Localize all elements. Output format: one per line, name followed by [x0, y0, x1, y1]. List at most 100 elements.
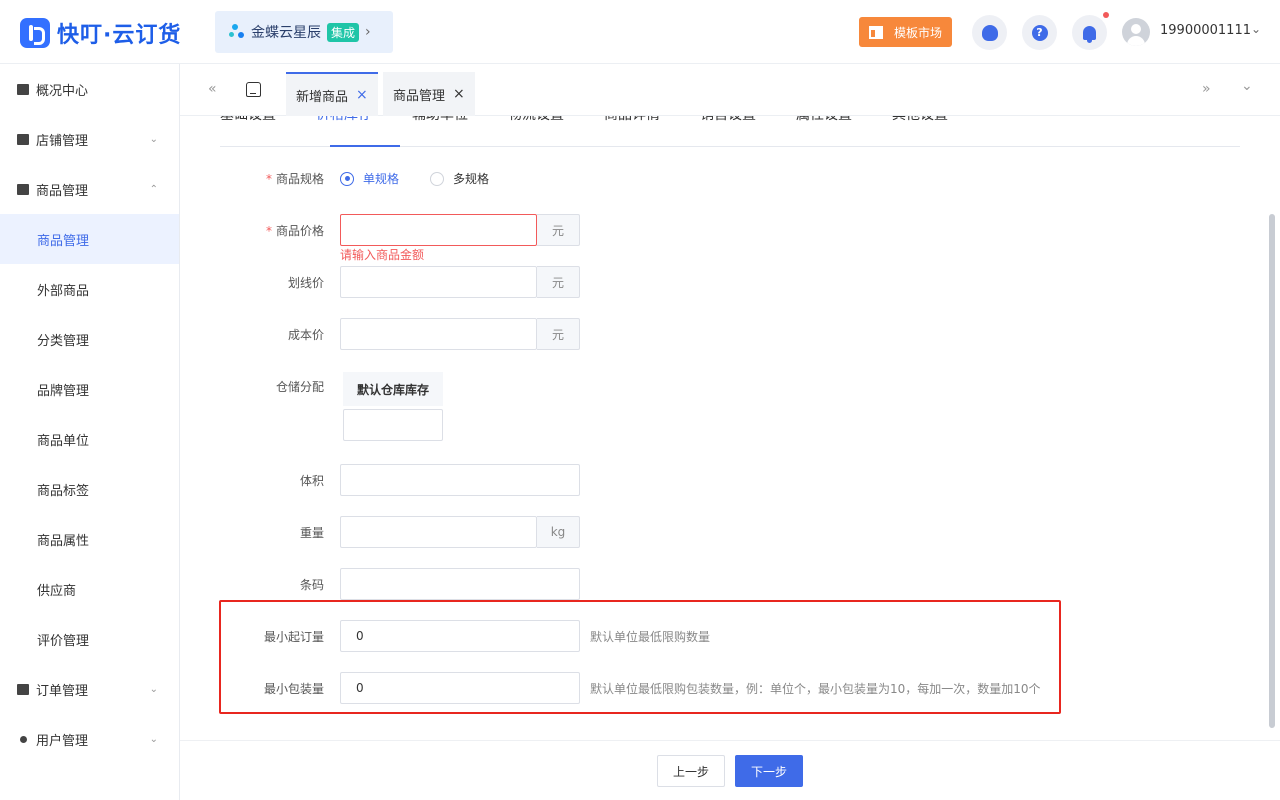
kingdee-logo-icon: [229, 24, 245, 40]
dashboard-icon: [17, 83, 29, 95]
sidebar-group-users[interactable]: 用户管理 ⌄: [0, 714, 179, 764]
tab-new-product[interactable]: 新增商品 ×: [286, 72, 378, 116]
notification-dot: [1103, 12, 1109, 18]
store-icon: [17, 133, 29, 145]
chevron-down-icon[interactable]: ⌄: [1251, 22, 1261, 36]
sidebar-item-tags[interactable]: 商品标签: [0, 464, 179, 514]
user-icon: [20, 735, 27, 743]
close-icon[interactable]: ×: [356, 87, 368, 103]
chevron-down-icon: ⌄: [149, 133, 158, 145]
page-tabs-bar: « 新增商品 × 商品管理 × » ⌄: [180, 64, 1280, 116]
goods-icon: [17, 183, 29, 195]
storage-label: 仓储分配: [275, 380, 324, 394]
cost-input[interactable]: [340, 318, 537, 350]
support-button[interactable]: [972, 15, 1007, 50]
help-button[interactable]: ?: [1022, 15, 1057, 50]
sidebar-group-label: 店铺管理: [36, 133, 89, 149]
highlight-box: [219, 600, 1061, 714]
sidebar-group-store[interactable]: 店铺管理 ⌄: [0, 114, 179, 164]
subtab-basic[interactable]: 基础设置: [220, 116, 276, 124]
weight-unit: kg: [537, 516, 580, 548]
next-step-button[interactable]: 下一步: [735, 755, 803, 787]
spec-label: * 商品规格: [265, 172, 324, 186]
sidebar-group-label: 商品管理: [36, 183, 89, 199]
default-warehouse-header: 默认仓库库存: [343, 372, 443, 406]
list-price-input[interactable]: [340, 266, 537, 298]
chevron-down-icon: ⌄: [149, 683, 158, 695]
integration-badge: 集成: [327, 22, 360, 42]
bell-icon: [1083, 25, 1096, 43]
sidebar-item-attributes[interactable]: 商品属性: [0, 514, 179, 564]
tab-product-management[interactable]: 商品管理 ×: [383, 72, 475, 116]
subtab-price-stock[interactable]: 价格库存: [316, 116, 372, 124]
barcode-input[interactable]: [340, 568, 580, 600]
sidebar-group-overview[interactable]: 概况中心: [0, 64, 179, 114]
spec-single-radio[interactable]: 单规格: [340, 170, 399, 187]
main-content: 基础设置 价格库存 辅助单位 物流设置 商品详情 销售设置 属性设置 其他设置 …: [180, 116, 1280, 740]
active-subtab-indicator: [330, 145, 400, 147]
radio-unchecked-icon: [430, 171, 444, 186]
default-warehouse-stock-input[interactable]: [343, 409, 443, 441]
subtab-other[interactable]: 其他设置: [892, 116, 948, 124]
kingdee-name: 金蝶云星辰: [251, 25, 321, 41]
tab-label: 新增商品: [296, 89, 349, 105]
subtab-sales[interactable]: 销售设置: [700, 116, 756, 124]
notifications-button[interactable]: [1072, 15, 1107, 50]
weight-label: 重量: [299, 526, 324, 540]
sidebar-item-reviews[interactable]: 评价管理: [0, 614, 179, 664]
list-price-unit: 元: [537, 266, 580, 298]
top-header: 快叮·云订货 金蝶云星辰 集成 › 模板市场 ? 19900001111 ⌄: [0, 0, 1280, 64]
template-market-button[interactable]: 模板市场: [859, 17, 952, 47]
chevron-down-icon: ⌄: [149, 733, 158, 745]
headset-icon: [981, 24, 998, 41]
form-footer: 上一步 下一步: [180, 740, 1280, 800]
sidebar-item-goods-management[interactable]: 商品管理: [0, 214, 179, 264]
kingdee-integration-button[interactable]: 金蝶云星辰 集成 ›: [215, 11, 393, 53]
brand-logo-icon: [20, 18, 50, 48]
volume-label: 体积: [299, 474, 324, 488]
spec-multi-radio[interactable]: 多规格: [430, 170, 489, 187]
sidebar-item-categories[interactable]: 分类管理: [0, 314, 179, 364]
radio-label: 多规格: [453, 172, 490, 186]
cost-label: 成本价: [287, 328, 324, 342]
chevron-up-icon: ⌃: [149, 183, 158, 195]
brand-name: 快叮·云订货: [57, 23, 182, 48]
list-price-label: 划线价: [287, 276, 324, 290]
scroll-left-icon[interactable]: «: [208, 81, 217, 97]
vertical-scrollbar[interactable]: [1269, 214, 1275, 728]
sidebar-item-brands[interactable]: 品牌管理: [0, 364, 179, 414]
template-market-label: 模板市场: [894, 25, 943, 40]
barcode-label: 条码: [299, 578, 324, 592]
chevron-down-icon[interactable]: ⌄: [1241, 78, 1253, 94]
close-icon[interactable]: ×: [453, 86, 465, 102]
price-label: * 商品价格: [265, 224, 324, 238]
weight-input[interactable]: [340, 516, 537, 548]
sidebar-group-label: 订单管理: [36, 683, 89, 699]
subtab-details[interactable]: 商品详情: [604, 116, 660, 124]
user-account[interactable]: 19900001111: [1160, 23, 1251, 38]
volume-input[interactable]: [340, 464, 580, 496]
template-icon: [869, 25, 883, 39]
help-icon: ?: [1031, 24, 1048, 41]
price-unit: 元: [537, 214, 580, 246]
sidebar-group-goods[interactable]: 商品管理 ⌃: [0, 164, 179, 214]
order-icon: [17, 683, 29, 695]
brand-logo[interactable]: 快叮·云订货: [20, 17, 181, 49]
cost-unit: 元: [537, 318, 580, 350]
subtab-logistics[interactable]: 物流设置: [508, 116, 564, 124]
sidebar-item-units[interactable]: 商品单位: [0, 414, 179, 464]
previous-step-button[interactable]: 上一步: [657, 755, 725, 787]
sidebar-item-external-goods[interactable]: 外部商品: [0, 264, 179, 314]
subtab-attributes[interactable]: 属性设置: [796, 116, 852, 124]
sidebar-group-label: 用户管理: [36, 733, 89, 749]
home-icon[interactable]: [246, 82, 261, 97]
scroll-right-icon[interactable]: »: [1202, 81, 1211, 97]
price-input[interactable]: [340, 214, 537, 246]
avatar[interactable]: [1122, 18, 1150, 46]
sidebar-item-suppliers[interactable]: 供应商: [0, 564, 179, 614]
radio-checked-icon: [340, 171, 354, 186]
radio-label: 单规格: [363, 172, 400, 186]
product-form-subtabs: 基础设置 价格库存 辅助单位 物流设置 商品详情 销售设置 属性设置 其他设置: [220, 116, 1240, 147]
sidebar-group-orders[interactable]: 订单管理 ⌄: [0, 664, 179, 714]
subtab-aux-unit[interactable]: 辅助单位: [412, 116, 468, 124]
